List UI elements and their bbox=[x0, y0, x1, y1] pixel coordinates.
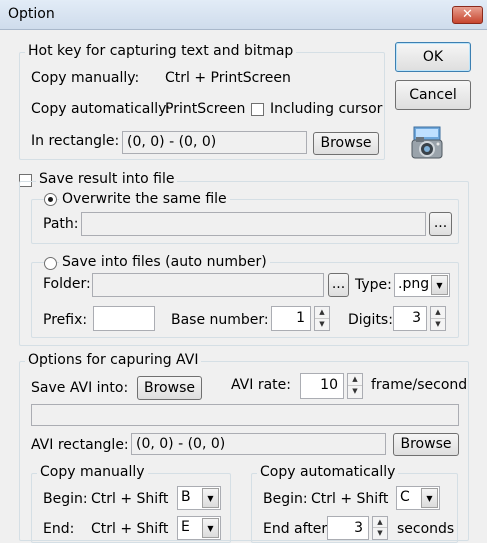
overwrite-legend: Overwrite the same file bbox=[59, 191, 230, 207]
digits-spinner[interactable]: ▲ ▼ bbox=[430, 306, 446, 331]
folder-field[interactable] bbox=[92, 273, 324, 297]
type-value: .png bbox=[398, 276, 430, 292]
auto-end-input[interactable]: 3 bbox=[327, 516, 369, 540]
chevron-down-icon[interactable]: ▼ bbox=[202, 518, 219, 538]
chevron-down-icon[interactable]: ▼ bbox=[431, 275, 448, 295]
save-avi-label: Save AVI into: bbox=[31, 380, 129, 396]
rect-field: (0, 0) - (0, 0) bbox=[122, 131, 307, 154]
avi-auto-legend: Copy automatically bbox=[257, 464, 399, 480]
auto-end-unit: seconds bbox=[397, 521, 455, 537]
copy-auto-value: PrintScreen bbox=[165, 101, 246, 117]
title-bar: Option ✕ bbox=[0, 0, 487, 30]
manual-end-value: E bbox=[181, 519, 190, 535]
manual-begin-label: Begin: bbox=[43, 491, 88, 507]
base-number-input[interactable]: 1 bbox=[271, 306, 311, 331]
copy-manually-label: Copy manually: bbox=[31, 70, 140, 86]
save-legend: Save result into file bbox=[36, 171, 178, 187]
window-title: Option bbox=[8, 6, 55, 22]
manual-begin-select[interactable]: B ▼ bbox=[177, 486, 221, 510]
auto-begin-select[interactable]: C ▼ bbox=[396, 486, 440, 510]
path-browse-dots[interactable]: ... bbox=[429, 212, 452, 236]
auto-begin-keys: Ctrl + Shift bbox=[311, 491, 389, 507]
browse-button[interactable]: Browse bbox=[313, 132, 379, 155]
path-field[interactable] bbox=[81, 212, 426, 236]
folder-label: Folder: bbox=[43, 276, 91, 292]
folder-browse-dots[interactable]: ... bbox=[328, 273, 349, 297]
avi-rate-label: AVI rate: bbox=[231, 377, 291, 393]
prefix-label: Prefix: bbox=[43, 312, 88, 328]
type-label: Type: bbox=[355, 277, 392, 293]
base-number-spinner[interactable]: ▲ ▼ bbox=[314, 306, 330, 331]
chevron-down-icon[interactable]: ▼ bbox=[421, 488, 438, 508]
avi-rate-input[interactable]: 10 bbox=[300, 373, 344, 399]
auto-number-legend: Save into files (auto number) bbox=[59, 254, 270, 270]
avi-rect-browse-button[interactable]: Browse bbox=[393, 433, 459, 456]
auto-end-label: End after bbox=[263, 521, 328, 537]
digits-label: Digits: bbox=[348, 312, 393, 328]
copy-auto-label: Copy automatically: bbox=[31, 101, 171, 117]
path-label: Path: bbox=[43, 216, 79, 232]
manual-end-keys: Ctrl + Shift bbox=[91, 521, 169, 537]
auto-end-spinner[interactable]: ▲ ▼ bbox=[372, 516, 388, 540]
rect-label: In rectangle: bbox=[31, 133, 120, 149]
avi-rate-unit: frame/second bbox=[371, 377, 468, 393]
chevron-down-icon[interactable]: ▼ bbox=[202, 488, 219, 508]
camera-icon[interactable] bbox=[410, 124, 444, 160]
including-cursor-checkbox[interactable] bbox=[251, 103, 264, 116]
auto-begin-label: Begin: bbox=[263, 491, 308, 507]
ok-button[interactable]: OK bbox=[395, 42, 471, 72]
avi-rate-spinner[interactable]: ▲ ▼ bbox=[347, 373, 363, 399]
overwrite-radio[interactable] bbox=[44, 193, 57, 206]
manual-end-select[interactable]: E ▼ bbox=[177, 516, 221, 540]
close-button[interactable]: ✕ bbox=[452, 6, 483, 24]
cancel-button[interactable]: Cancel bbox=[395, 80, 471, 110]
copy-manually-value: Ctrl + PrintScreen bbox=[165, 70, 291, 86]
manual-begin-keys: Ctrl + Shift bbox=[91, 491, 169, 507]
hotkey-legend: Hot key for capturing text and bitmap bbox=[25, 43, 297, 59]
digits-input[interactable]: 3 bbox=[393, 306, 427, 331]
base-number-label: Base number: bbox=[171, 312, 269, 328]
auto-begin-value: C bbox=[400, 489, 410, 505]
manual-end-label: End: bbox=[43, 521, 75, 537]
avi-path-field bbox=[31, 404, 459, 426]
manual-begin-value: B bbox=[181, 489, 191, 505]
avi-legend: Options for capuring AVI bbox=[25, 352, 202, 368]
auto-number-radio[interactable] bbox=[44, 257, 57, 270]
type-select[interactable]: .png ▼ bbox=[394, 273, 450, 297]
avi-rect-field: (0, 0) - (0, 0) bbox=[131, 433, 386, 455]
prefix-field[interactable] bbox=[93, 306, 155, 331]
including-cursor-label: Including cursor bbox=[270, 101, 383, 117]
avi-browse-button[interactable]: Browse bbox=[137, 376, 202, 400]
avi-manual-legend: Copy manually bbox=[37, 464, 148, 480]
avi-rect-label: AVI rectangle: bbox=[31, 437, 129, 453]
